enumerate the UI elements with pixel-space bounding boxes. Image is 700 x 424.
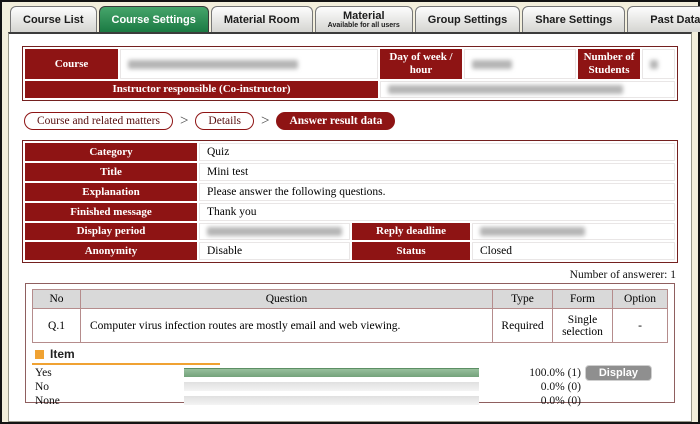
redacted-value xyxy=(388,85,623,94)
course-settings-page: { "tabs": [ { "label": "Course List" }, … xyxy=(0,0,700,424)
option-percent: 0.0% (0) xyxy=(479,395,581,407)
content-panel: Course Day of week / hour Number of Stud… xyxy=(8,32,692,422)
tab-label: Course Settings xyxy=(112,14,196,26)
col-no: No xyxy=(33,290,81,309)
result-bar-track xyxy=(184,396,479,405)
tab-material-room[interactable]: Material Room xyxy=(211,6,313,32)
redacted-value xyxy=(472,60,512,69)
course-label: Course xyxy=(25,49,118,79)
reply-deadline-value-redacted xyxy=(472,223,675,240)
tab-share-settings[interactable]: Share Settings xyxy=(522,6,625,32)
breadcrumb: Course and related matters > Details > A… xyxy=(24,112,678,130)
category-value: Quiz xyxy=(199,143,675,161)
tab-label: Material Room xyxy=(224,14,300,26)
breadcrumb-course-matters[interactable]: Course and related matters xyxy=(24,112,173,130)
students-label: Number of Students xyxy=(578,49,640,79)
option-label: None xyxy=(32,395,184,407)
option-label: No xyxy=(32,381,184,393)
instructor-value-redacted xyxy=(380,81,675,98)
title-value: Mini test xyxy=(199,163,675,181)
course-info-table: Course Day of week / hour Number of Stud… xyxy=(22,46,678,101)
item-section-title: Item xyxy=(50,347,75,361)
instructor-label: Instructor responsible (Co-instructor) xyxy=(25,81,378,98)
table-row: Explanation Please answer the following … xyxy=(25,183,675,201)
result-bar-track xyxy=(184,368,479,377)
display-period-value-redacted xyxy=(199,223,350,240)
day-of-week-value-redacted xyxy=(464,49,576,79)
col-form: Form xyxy=(553,290,613,309)
breadcrumb-answer-result-data: Answer result data xyxy=(276,112,395,130)
tab-group-settings[interactable]: Group Settings xyxy=(415,6,520,32)
category-label: Category xyxy=(25,143,197,161)
survey-details-table: Category Quiz Title Mini test Explanatio… xyxy=(22,140,678,263)
table-row: Anonymity Disable Status Closed xyxy=(25,242,675,260)
option-label: Yes xyxy=(32,367,184,379)
question-type: Required xyxy=(493,309,553,343)
chevron-right-icon: > xyxy=(261,114,269,129)
tab-label: Group Settings xyxy=(428,14,507,26)
finished-message-label: Finished message xyxy=(25,203,197,221)
display-period-label: Display period xyxy=(25,223,197,240)
redacted-value xyxy=(128,60,298,69)
anonymity-label: Anonymity xyxy=(25,242,197,260)
day-of-week-label: Day of week / hour xyxy=(380,49,462,79)
status-value: Closed xyxy=(472,242,675,260)
item-section-header: Item xyxy=(32,343,220,365)
tab-course-list[interactable]: Course List xyxy=(10,6,97,32)
answer-count: Number of answerer: 1 xyxy=(22,269,676,281)
option-percent: 0.0% (0) xyxy=(479,381,581,393)
tab-label: Past Data xyxy=(650,14,700,26)
result-row-none: None 0.0% (0) xyxy=(32,394,668,407)
anonymity-value: Disable xyxy=(199,242,350,260)
course-value-redacted xyxy=(120,49,378,79)
option-percent: 100.0% (1) xyxy=(479,367,581,379)
students-value-redacted xyxy=(642,49,675,79)
explanation-value: Please answer the following questions. xyxy=(199,183,675,201)
tab-course-settings[interactable]: Course Settings xyxy=(99,6,209,32)
table-row: Finished message Thank you xyxy=(25,203,675,221)
result-row-no: No 0.0% (0) xyxy=(32,380,668,393)
table-row: Title Mini test xyxy=(25,163,675,181)
question-text: Computer virus infection routes are most… xyxy=(81,309,493,343)
title-label: Title xyxy=(25,163,197,181)
tab-bar: Course List Course Settings Material Roo… xyxy=(2,2,698,32)
item-bullet-icon xyxy=(35,350,44,359)
breadcrumb-details[interactable]: Details xyxy=(195,112,254,130)
table-row: Display period Reply deadline xyxy=(25,223,675,240)
col-type: Type xyxy=(493,290,553,309)
tab-label: Course List xyxy=(23,14,84,26)
question-option: - xyxy=(613,309,668,343)
table-row: Category Quiz xyxy=(25,143,675,161)
col-option: Option xyxy=(613,290,668,309)
question-results-box: No Question Type Form Option Q.1 Compute… xyxy=(25,283,675,403)
question-form: Single selection xyxy=(553,309,613,343)
result-bar-track xyxy=(184,382,479,391)
tab-material[interactable]: Material Available for all users xyxy=(315,6,413,32)
chevron-right-icon: > xyxy=(180,114,188,129)
result-row-yes: Yes 100.0% (1) Display xyxy=(32,366,668,379)
finished-message-value: Thank you xyxy=(199,203,675,221)
display-button[interactable]: Display xyxy=(585,365,652,381)
col-question: Question xyxy=(81,290,493,309)
redacted-value xyxy=(480,227,585,236)
tab-past-data[interactable]: Past Data xyxy=(627,6,700,32)
reply-deadline-label: Reply deadline xyxy=(352,223,470,240)
question-no: Q.1 xyxy=(33,309,81,343)
table-header-row: No Question Type Form Option xyxy=(33,290,668,309)
tab-sublabel: Available for all users xyxy=(328,22,400,30)
redacted-value xyxy=(207,227,342,236)
status-label: Status xyxy=(352,242,470,260)
explanation-label: Explanation xyxy=(25,183,197,201)
result-bar xyxy=(184,368,479,377)
tab-label: Share Settings xyxy=(535,14,612,26)
tab-label: Material xyxy=(343,10,385,22)
redacted-value xyxy=(650,60,658,69)
table-row: Q.1 Computer virus infection routes are … xyxy=(33,309,668,343)
question-table: No Question Type Form Option Q.1 Compute… xyxy=(32,289,668,343)
